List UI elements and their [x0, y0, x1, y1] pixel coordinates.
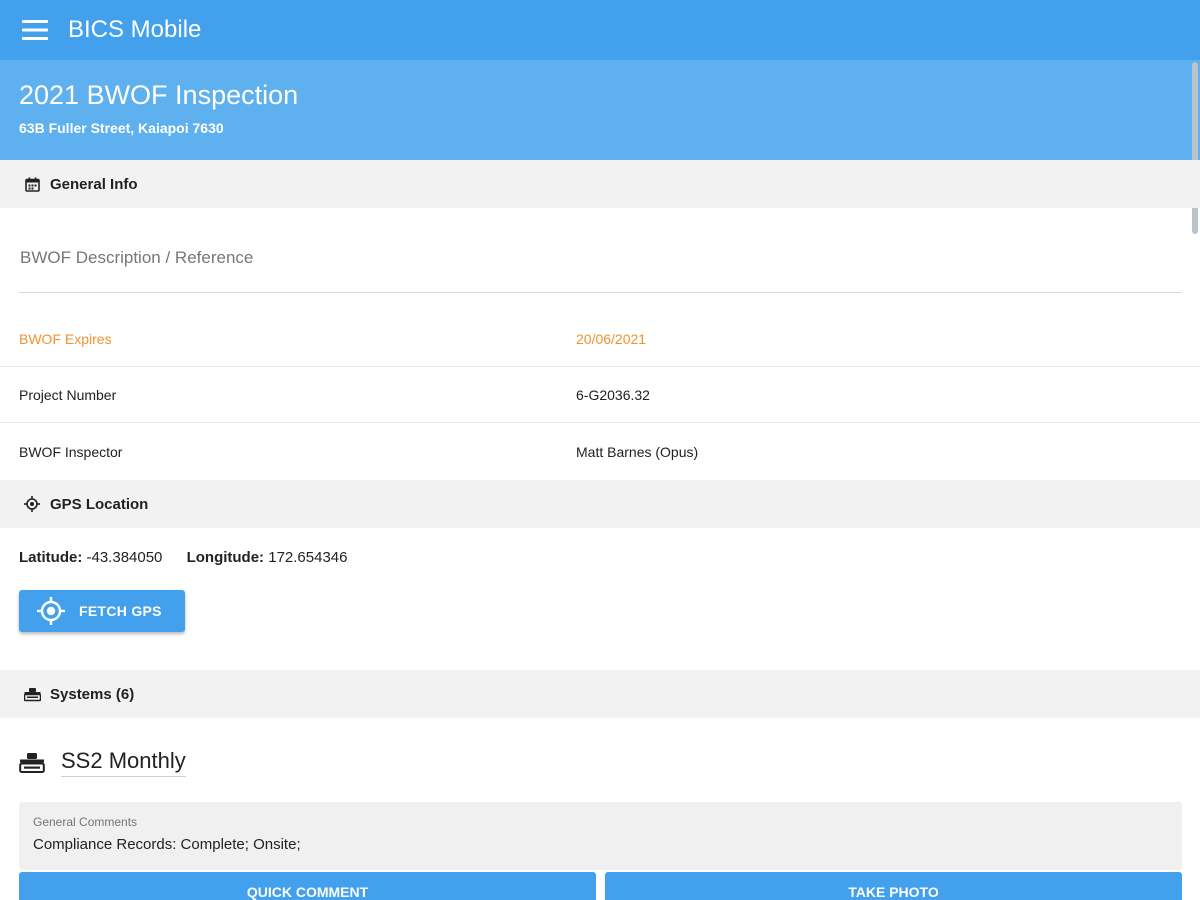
section-header-gps-location[interactable]: GPS Location	[0, 480, 1200, 528]
bwof-description-field[interactable]: BWOF Description / Reference	[19, 236, 1182, 293]
bwof-description-placeholder: BWOF Description / Reference	[20, 248, 254, 267]
app-bar: BICS Mobile	[0, 0, 1200, 60]
info-label: BWOF Expires	[19, 330, 112, 347]
info-label: BWOF Inspector	[19, 444, 123, 460]
take-photo-label: TAKE PHOTO	[848, 884, 939, 900]
inspection-address: 63B Fuller Street, Kaiapoi 7630	[19, 120, 224, 136]
general-comments-label: General Comments	[33, 815, 138, 829]
app-title: BICS Mobile	[68, 16, 202, 43]
latitude-value: -43.384050	[86, 549, 163, 566]
gps-crosshair-icon	[37, 597, 65, 625]
longitude-label: Longitude:	[186, 549, 265, 566]
info-row-bwof-inspector: BWOF Inspector Matt Barnes (Opus)	[0, 424, 1200, 480]
info-row-project-number: Project Number 6-G2036.32	[0, 367, 1200, 423]
inspection-header: 2021 BWOF Inspection 63B Fuller Street, …	[0, 60, 1200, 160]
longitude-value: 172.654346	[268, 549, 348, 566]
fetch-gps-button[interactable]: FETCH GPS	[19, 590, 185, 632]
hamburger-menu-icon[interactable]	[18, 13, 52, 47]
fire-truck-icon	[19, 750, 45, 776]
calendar-icon	[23, 175, 41, 193]
info-value: 20/06/2021	[576, 330, 647, 347]
quick-comment-label: QUICK COMMENT	[246, 884, 369, 900]
fetch-gps-label: FETCH GPS	[79, 603, 162, 619]
quick-comment-button[interactable]: QUICK COMMENT	[19, 872, 596, 900]
latitude-label: Latitude:	[19, 549, 83, 566]
gps-coordinates: Latitude: -43.384050 Longitude: 172.6543…	[19, 549, 347, 566]
info-value: 6-G2036.32	[576, 386, 650, 403]
scrollbar[interactable]	[1192, 62, 1198, 234]
general-comments-value: Compliance Records: Complete; Onsite;	[33, 836, 301, 853]
section-header-systems[interactable]: Systems (6)	[0, 670, 1200, 718]
take-photo-button[interactable]: TAKE PHOTO	[605, 872, 1182, 900]
inspection-title: 2021 BWOF Inspection	[19, 80, 299, 110]
section-label: GPS Location	[50, 495, 149, 513]
system-name: SS2 Monthly	[61, 748, 186, 777]
info-value: Matt Barnes (Opus)	[576, 444, 699, 460]
section-header-general-info[interactable]: General Info	[0, 160, 1200, 208]
fire-truck-icon	[23, 685, 41, 703]
info-label: Project Number	[19, 386, 117, 403]
section-label: Systems (6)	[50, 685, 135, 703]
system-title[interactable]: SS2 Monthly	[19, 748, 186, 777]
info-row-bwof-expires: BWOF Expires 20/06/2021	[0, 311, 1200, 367]
section-label: General Info	[50, 175, 138, 193]
crosshair-icon	[23, 495, 41, 513]
general-comments-field[interactable]: General Comments Compliance Records: Com…	[19, 802, 1182, 870]
